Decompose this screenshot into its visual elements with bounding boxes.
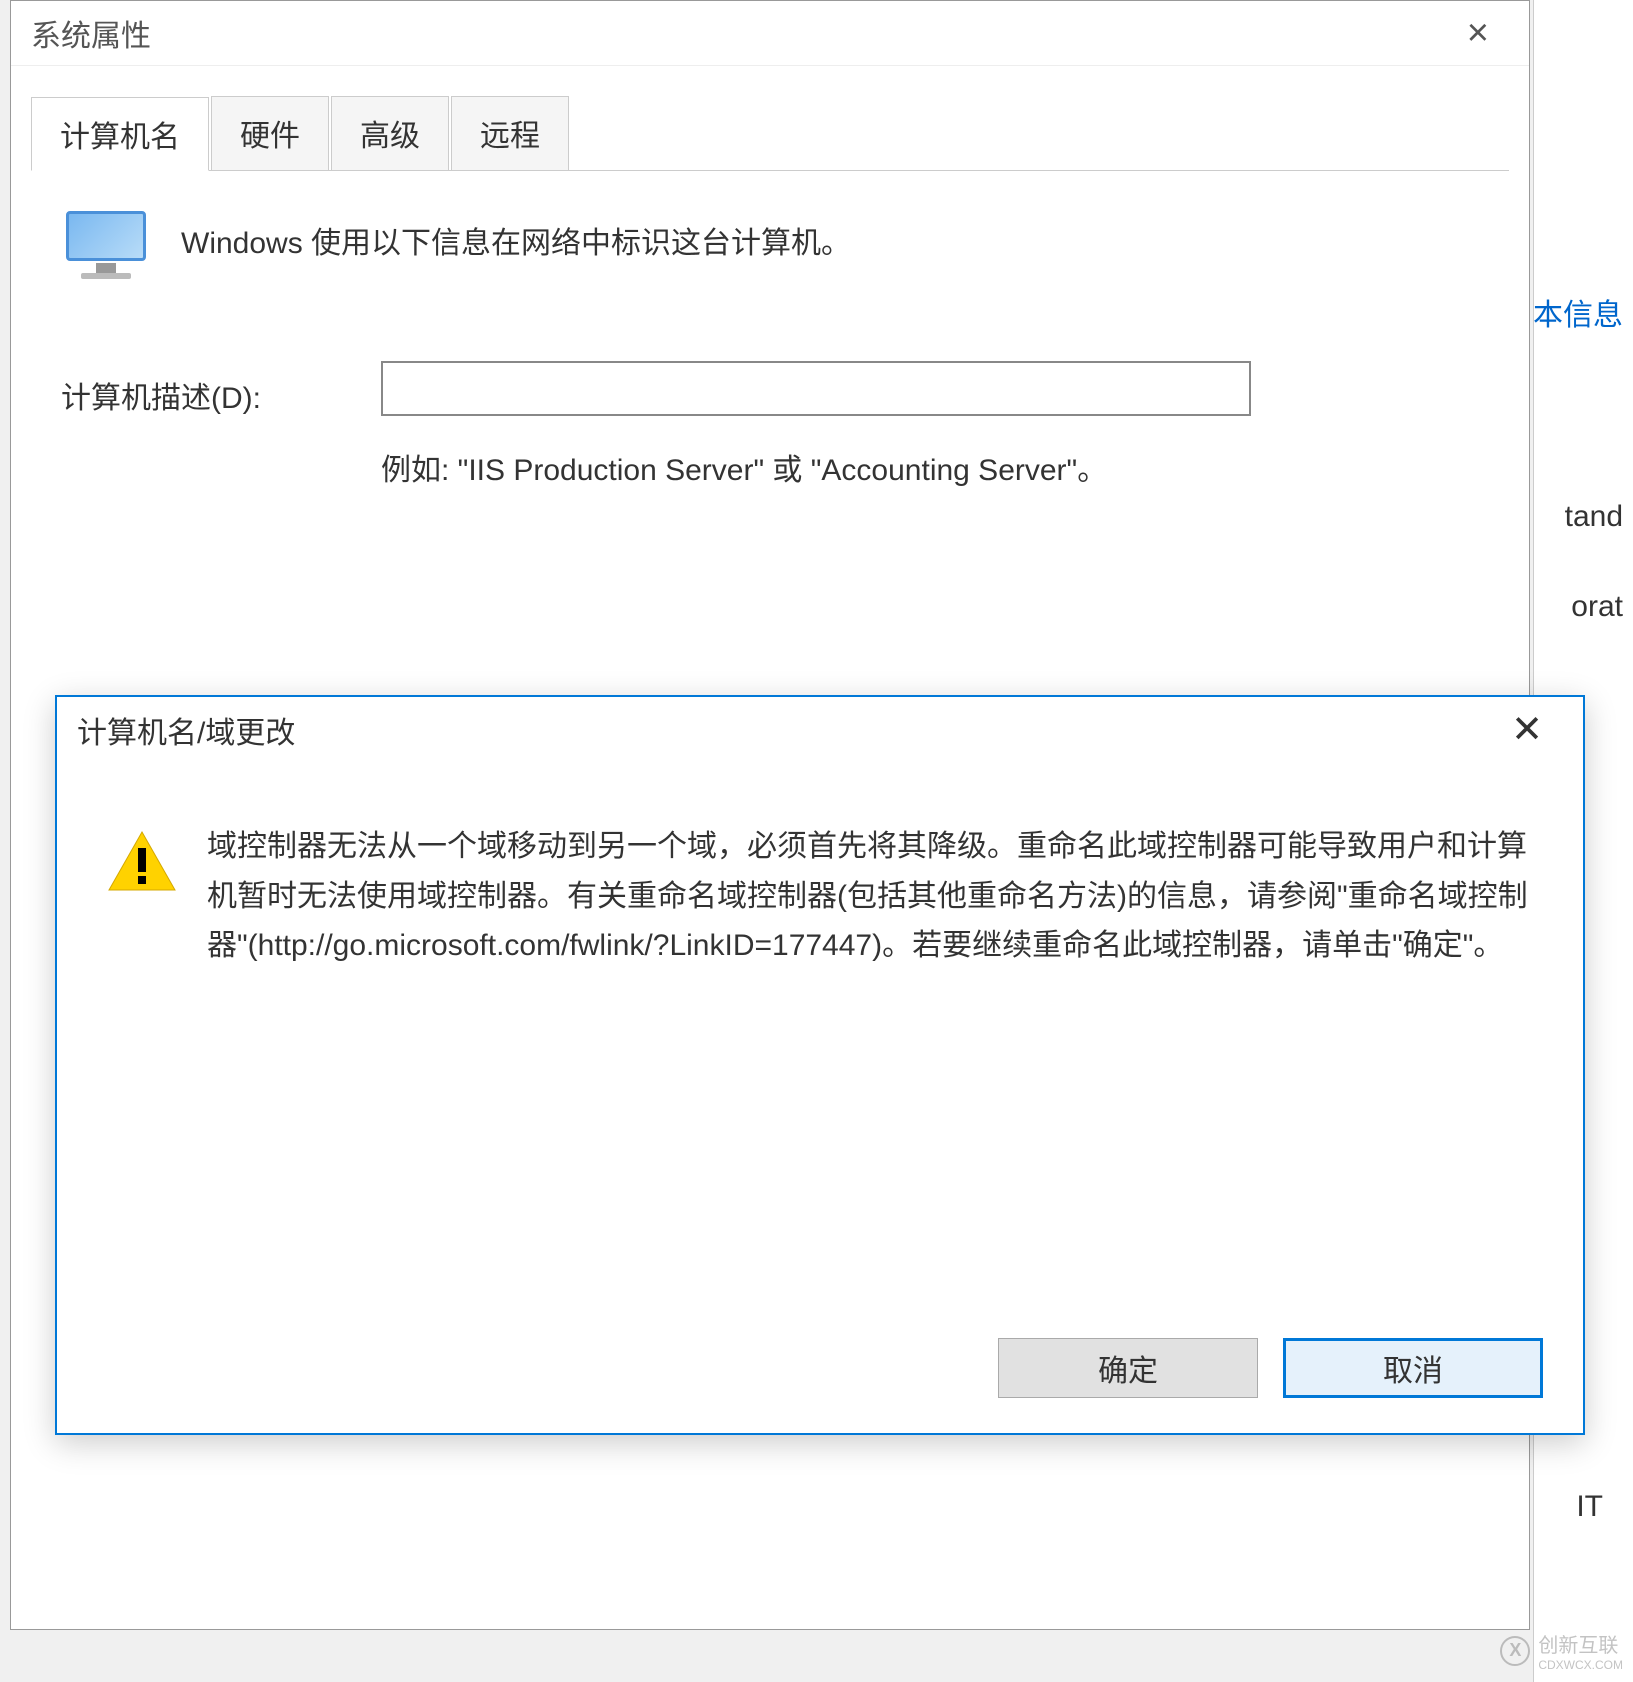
cancel-button[interactable]: 取消: [1283, 1338, 1543, 1398]
tabs: 计算机名 硬件 高级 远程: [31, 96, 1509, 171]
tab-computer-name[interactable]: 计算机名: [31, 97, 209, 171]
warning-icon: [107, 830, 177, 892]
close-icon[interactable]: ×: [1447, 14, 1509, 52]
modal-body: 域控制器无法从一个域移动到另一个域，必须首先将其降级。重命名此域控制器可能导致用…: [57, 762, 1583, 1011]
tabs-container: 计算机名 硬件 高级 远程 Windows 使用以下信息在网络中标识这台计算机。…: [11, 66, 1529, 535]
tab-hardware[interactable]: 硬件: [211, 96, 329, 170]
watermark-icon: X: [1500, 1636, 1530, 1666]
titlebar: 系统属性 ×: [11, 1, 1529, 66]
domain-change-dialog: 计算机名/域更改 ✕ 域控制器无法从一个域移动到另一个域，必须首先将其降级。重命…: [55, 695, 1585, 1435]
tab-content: Windows 使用以下信息在网络中标识这台计算机。 计算机描述(D): 例如:…: [31, 171, 1509, 535]
watermark-brand: 创新互联: [1538, 1635, 1618, 1657]
description-row: 计算机描述(D):: [61, 361, 1479, 417]
bg-text-partial-3: IT: [1576, 1490, 1603, 1524]
bg-link-partial[interactable]: 本信息: [1533, 290, 1623, 334]
description-label: 计算机描述(D):: [61, 361, 351, 417]
bg-text-partial-2: orat: [1571, 590, 1623, 624]
watermark: X 创新互联 CDXWCX.COM: [1500, 1629, 1623, 1672]
modal-title: 计算机名/域更改: [77, 708, 1491, 752]
bg-text-partial-1: tand: [1565, 500, 1623, 534]
window-title: 系统属性: [31, 11, 1447, 55]
modal-titlebar: 计算机名/域更改 ✕: [57, 697, 1583, 762]
tab-advanced[interactable]: 高级: [331, 96, 449, 170]
description-input[interactable]: [381, 361, 1251, 416]
computer-icon: [61, 211, 151, 281]
ok-button[interactable]: 确定: [998, 1338, 1258, 1398]
info-row: Windows 使用以下信息在网络中标识这台计算机。: [61, 211, 1479, 281]
watermark-sub: CDXWCX.COM: [1538, 1658, 1623, 1672]
tab-remote[interactable]: 远程: [451, 96, 569, 170]
modal-buttons: 确定 取消: [998, 1338, 1543, 1398]
close-icon[interactable]: ✕: [1491, 711, 1563, 749]
description-hint: 例如: "IIS Production Server" 或 "Accountin…: [381, 447, 1251, 495]
modal-message: 域控制器无法从一个域移动到另一个域，必须首先将其降级。重命名此域控制器可能导致用…: [207, 822, 1533, 971]
info-text: Windows 使用以下信息在网络中标识这台计算机。: [181, 211, 851, 266]
